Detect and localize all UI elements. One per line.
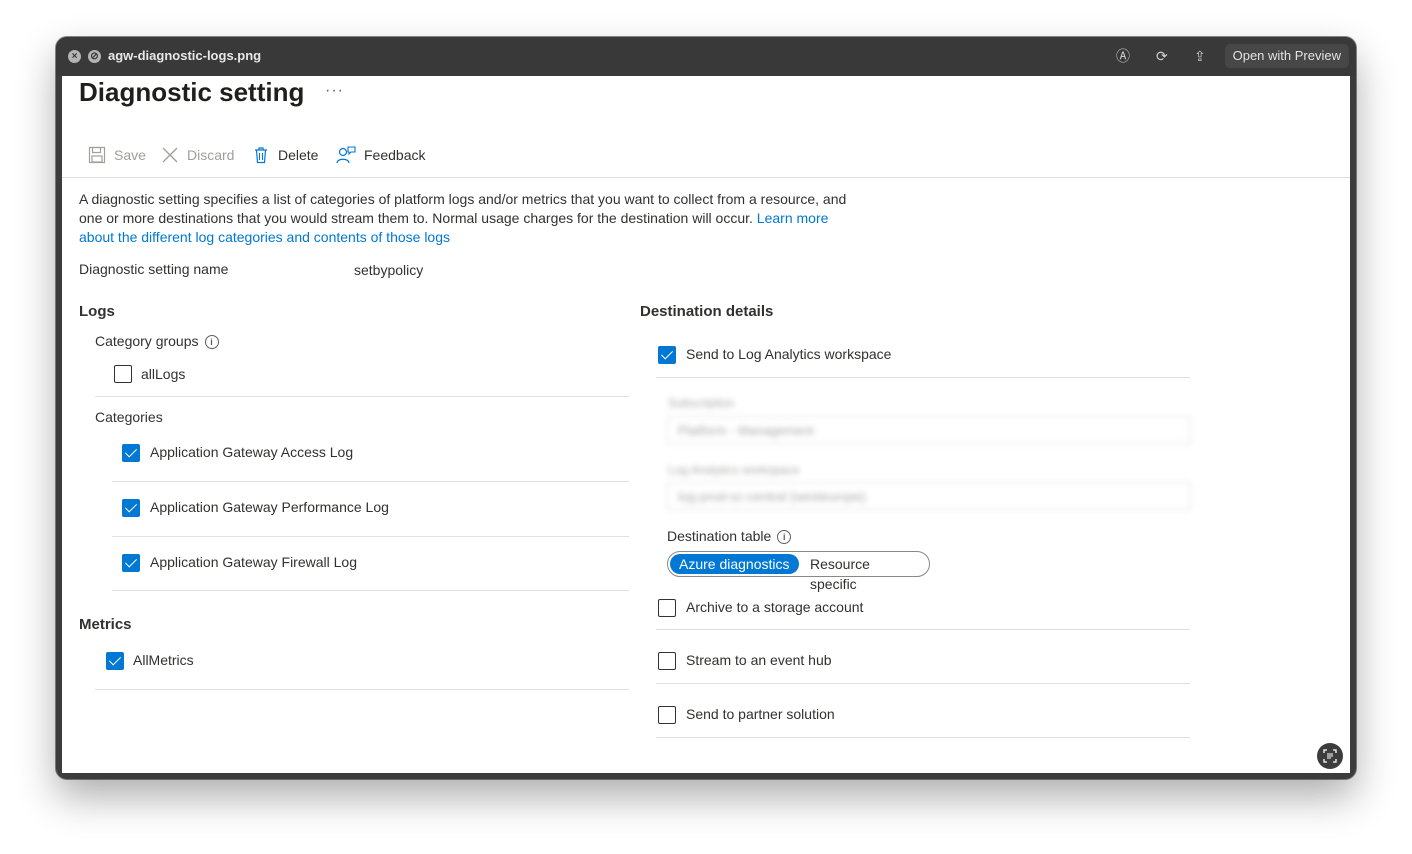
- partner-solution-label: Send to partner solution: [686, 706, 835, 722]
- all-metrics-label: AllMetrics: [133, 652, 194, 668]
- storage-account-label: Archive to a storage account: [686, 599, 864, 615]
- feedback-button[interactable]: Feedback: [336, 146, 425, 164]
- metrics-divider: [95, 689, 629, 690]
- event-hub-label: Stream to an event hub: [686, 652, 832, 668]
- setting-name-value: setbypolicy: [354, 262, 424, 278]
- preview-window: × ⊘ agw-diagnostic-logs.png Ⓐ ⟳ ⇪ Open w…: [56, 37, 1356, 779]
- toolbar-divider: [62, 177, 1350, 178]
- info-icon[interactable]: i: [204, 335, 219, 349]
- save-icon: [88, 146, 106, 164]
- destination-table-label: Destination table i: [667, 528, 792, 544]
- destination-divider: [656, 737, 1190, 738]
- feedback-icon: [336, 146, 356, 164]
- storage-account-checkbox[interactable]: [658, 599, 676, 617]
- access-log-label: Application Gateway Access Log: [150, 444, 354, 460]
- azure-diagnostics-option[interactable]: Azure diagnostics: [670, 554, 799, 574]
- all-metrics-checkbox[interactable]: [106, 652, 124, 670]
- save-label: Save: [114, 147, 146, 163]
- discard-button[interactable]: Discard: [161, 146, 234, 164]
- info-icon[interactable]: i: [777, 530, 792, 544]
- performance-log-label: Application Gateway Performance Log: [150, 499, 389, 515]
- markup-icon[interactable]: Ⓐ: [1116, 48, 1130, 64]
- destination-heading: Destination details: [640, 303, 774, 320]
- save-button[interactable]: Save: [88, 146, 146, 164]
- delete-label: Delete: [278, 147, 319, 163]
- destination-divider: [656, 683, 1190, 684]
- setting-name-label: Diagnostic setting name: [79, 261, 229, 277]
- discard-label: Discard: [187, 147, 235, 163]
- performance-log-checkbox[interactable]: [122, 499, 140, 517]
- open-with-preview-button[interactable]: Open with Preview: [1224, 44, 1349, 68]
- destination-table-toggle: Azure diagnostics Resource specific: [667, 551, 930, 592]
- destination-divider: [656, 377, 1190, 378]
- discard-icon: [162, 147, 178, 163]
- more-options-button[interactable]: ···: [325, 82, 344, 100]
- description-text: A diagnostic setting specifies a list of…: [79, 191, 847, 226]
- category-groups-text: Category groups: [95, 333, 199, 349]
- page-title: Diagnostic setting: [79, 77, 305, 107]
- destination-divider: [656, 629, 1190, 630]
- log-analytics-label: Send to Log Analytics workspace: [686, 346, 892, 362]
- resource-specific-option[interactable]: Resource specific: [801, 554, 929, 592]
- category-divider: [112, 536, 629, 537]
- minimize-window-icon[interactable]: ⊘: [88, 50, 101, 63]
- metrics-heading: Metrics: [79, 616, 132, 633]
- firewall-log-checkbox[interactable]: [122, 554, 140, 572]
- destination-table-text: Destination table: [667, 528, 772, 544]
- delete-button[interactable]: Delete: [252, 146, 318, 164]
- feedback-label: Feedback: [364, 147, 426, 163]
- category-divider: [112, 481, 629, 482]
- live-text-button[interactable]: [1317, 743, 1343, 769]
- window-titlebar: × ⊘ agw-diagnostic-logs.png Ⓐ ⟳ ⇪ Open w…: [56, 37, 1356, 76]
- text-select-icon: [1323, 749, 1337, 763]
- window-title: agw-diagnostic-logs.png: [108, 48, 262, 63]
- workspace-label: Log Analytics workspace: [668, 463, 800, 477]
- workspace-value: log-prod-sc-central (westeurope): [678, 489, 866, 504]
- groups-divider: [95, 396, 629, 397]
- categories-label: Categories: [95, 409, 163, 425]
- access-log-checkbox[interactable]: [122, 444, 140, 462]
- description: A diagnostic setting specifies a list of…: [79, 190, 849, 247]
- subscription-value: Platform - Management: [678, 423, 814, 438]
- log-analytics-checkbox[interactable]: [658, 346, 676, 364]
- workspace-select[interactable]: log-prod-sc-central (westeurope): [667, 482, 1191, 510]
- firewall-log-label: Application Gateway Firewall Log: [150, 554, 357, 570]
- portal-content: Diagnostic setting ··· Save Discard Dele…: [62, 76, 1350, 773]
- share-icon[interactable]: ⇪: [1194, 48, 1206, 64]
- category-divider: [112, 590, 629, 591]
- rotate-icon[interactable]: ⟳: [1156, 48, 1168, 64]
- all-logs-checkbox[interactable]: [114, 365, 132, 383]
- close-window-icon[interactable]: ×: [68, 50, 81, 63]
- all-logs-label: allLogs: [141, 366, 186, 382]
- logs-heading: Logs: [79, 303, 115, 320]
- subscription-select[interactable]: Platform - Management: [667, 416, 1191, 444]
- delete-icon: [255, 147, 267, 164]
- partner-solution-checkbox[interactable]: [658, 706, 676, 724]
- event-hub-checkbox[interactable]: [658, 652, 676, 670]
- category-groups-label: Category groups i: [95, 333, 219, 349]
- subscription-label: Subscription: [668, 396, 735, 410]
